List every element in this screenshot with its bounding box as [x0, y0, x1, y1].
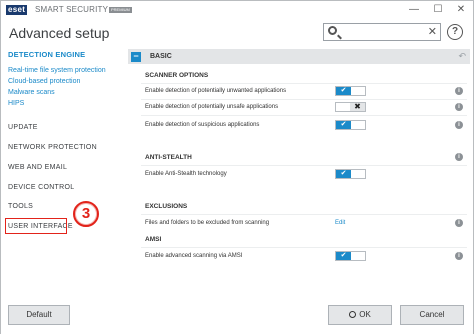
ok-button-label: OK — [359, 310, 371, 319]
reset-default-icon[interactable]: ↶ — [458, 51, 466, 62]
ok-button[interactable]: OK — [328, 305, 392, 325]
toggle-on-check-icon: ✔ — [336, 121, 351, 129]
search-input[interactable] — [342, 25, 428, 39]
info-icon[interactable]: i — [455, 87, 463, 95]
group-title-scanner-options: SCANNER OPTIONS — [145, 72, 209, 79]
title-bar: eset SMART SECURITY PREMIUM — ☐ ✕ — [1, 1, 473, 19]
setting-label-pua: Enable detection of potentially unwanted… — [145, 88, 287, 94]
sidebar: DETECTION ENGINE Real-time file system p… — [1, 43, 119, 293]
divider — [141, 99, 467, 100]
maximize-button[interactable]: ☐ — [431, 3, 445, 17]
toggle-on-check-icon: ✔ — [336, 87, 351, 95]
search-icon — [328, 26, 337, 35]
section-header-basic[interactable]: − BASIC ↶ — [128, 49, 470, 64]
edit-exclusions-link[interactable]: Edit — [335, 220, 345, 226]
product-edition-tag: PREMIUM — [109, 7, 132, 13]
divider — [141, 247, 467, 248]
collapse-section-icon[interactable]: − — [131, 52, 141, 62]
setting-label-unsafe: Enable detection of potentially unsafe a… — [145, 104, 279, 110]
product-name: SMART SECURITY — [35, 5, 109, 14]
search-box[interactable]: ✕ — [323, 23, 441, 41]
sidebar-subitem-realtime-protection[interactable]: Real-time file system protection — [8, 67, 106, 74]
page-title: Advanced setup — [9, 25, 110, 41]
sidebar-item-detection-engine[interactable]: DETECTION ENGINE — [8, 50, 85, 59]
divider — [141, 83, 467, 84]
toggle-pua-detection[interactable]: ✔ — [335, 86, 366, 96]
help-button[interactable]: ? — [447, 24, 463, 40]
clear-search-icon[interactable]: ✕ — [428, 25, 437, 39]
cancel-button[interactable]: Cancel — [400, 305, 464, 325]
toggle-unsafe-detection[interactable]: ✖ — [335, 102, 366, 112]
shield-icon — [349, 311, 357, 318]
sidebar-item-tools[interactable]: TOOLS — [8, 203, 33, 210]
section-title: BASIC — [150, 53, 172, 60]
toggle-amsi[interactable]: ✔ — [335, 251, 366, 261]
close-button[interactable]: ✕ — [454, 3, 468, 17]
info-icon[interactable]: i — [455, 153, 463, 161]
sidebar-item-web-and-email[interactable]: WEB AND EMAIL — [8, 164, 67, 171]
info-icon[interactable]: i — [455, 103, 463, 111]
setting-label-suspicious: Enable detection of suspicious applicati… — [145, 122, 260, 128]
info-icon[interactable]: i — [455, 219, 463, 227]
divider — [141, 214, 467, 215]
sidebar-item-update[interactable]: UPDATE — [8, 124, 38, 131]
toggle-anti-stealth[interactable]: ✔ — [335, 169, 366, 179]
toggle-suspicious-detection[interactable]: ✔ — [335, 120, 366, 130]
setting-label-amsi: Enable advanced scanning via AMSI — [145, 253, 243, 259]
step-number-callout: 3 — [73, 201, 99, 227]
group-title-exclusions: EXCLUSIONS — [145, 203, 188, 210]
sidebar-subitem-hips[interactable]: HIPS — [8, 100, 24, 107]
minimize-button[interactable]: — — [407, 3, 421, 17]
setting-label-exclusions: Files and folders to be excluded from sc… — [145, 220, 270, 226]
sidebar-subitem-malware-scans[interactable]: Malware scans — [8, 89, 55, 96]
eset-logo: eset — [6, 5, 28, 15]
divider — [141, 115, 467, 116]
sidebar-item-device-control[interactable]: DEVICE CONTROL — [8, 184, 74, 191]
toggle-on-check-icon: ✔ — [336, 252, 351, 260]
group-title-anti-stealth: ANTI-STEALTH — [145, 154, 192, 161]
sidebar-subitem-cloud-protection[interactable]: Cloud-based protection — [8, 78, 80, 85]
default-button[interactable]: Default — [8, 305, 70, 325]
sidebar-item-network-protection[interactable]: NETWORK PROTECTION — [8, 144, 97, 151]
advanced-setup-window: eset SMART SECURITY PREMIUM — ☐ ✕ Advanc… — [0, 0, 474, 334]
settings-panel: − BASIC ↶ SCANNER OPTIONS Enable detecti… — [123, 46, 470, 296]
dialog-footer: Default OK Cancel — [1, 297, 473, 334]
divider — [141, 165, 467, 166]
info-icon[interactable]: i — [455, 121, 463, 129]
toggle-on-check-icon: ✔ — [336, 170, 351, 178]
group-title-amsi: AMSI — [145, 236, 162, 243]
user-interface-highlight-box — [5, 218, 67, 234]
toggle-off-x-icon: ✖ — [350, 103, 365, 111]
info-icon[interactable]: i — [455, 252, 463, 260]
setting-label-anti-stealth: Enable Anti-Stealth technology — [145, 171, 227, 177]
